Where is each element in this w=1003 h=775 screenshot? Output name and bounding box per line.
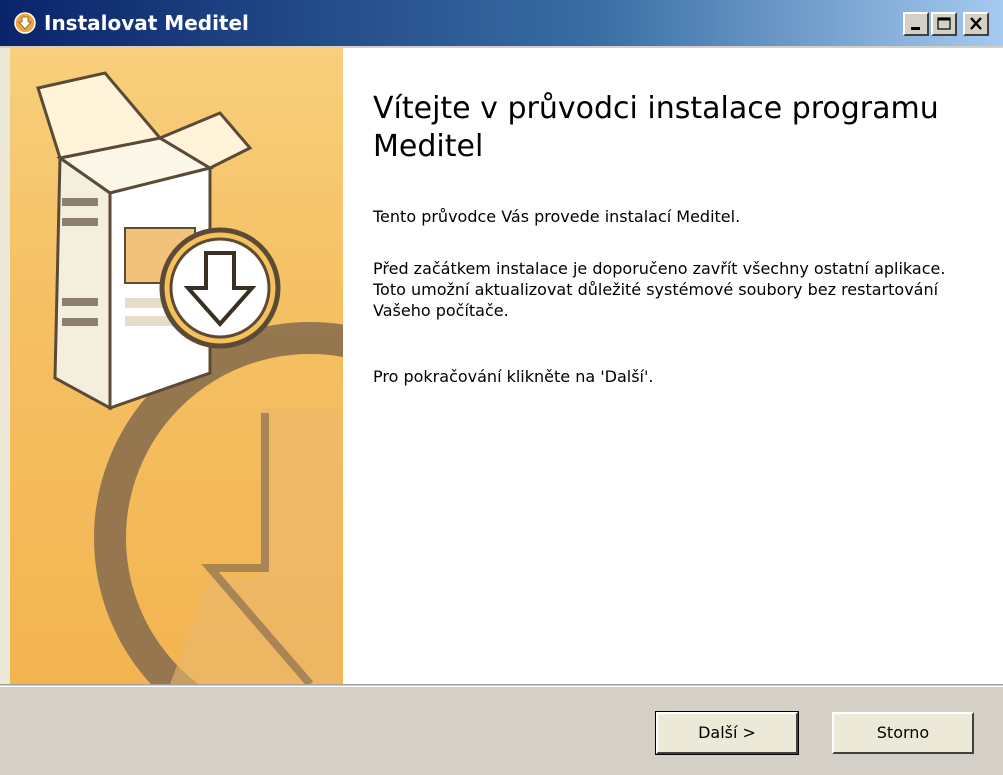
welcome-heading: Vítejte v průvodci instalace programu Me… [373, 91, 939, 164]
continue-instruction-text: Pro pokračování klikněte na 'Další'. [373, 367, 654, 386]
installer-box-download-illustration [36, 71, 343, 684]
next-button[interactable]: Další > [655, 711, 799, 755]
window-title: Instalovat Meditel [44, 11, 249, 35]
installer-icon [14, 12, 36, 34]
download-arrow-icon [159, 227, 281, 349]
welcome-content: Vítejte v průvodci instalace programu Me… [343, 48, 1003, 684]
close-icon [970, 17, 982, 30]
installer-window: Instalovat Meditel Vítejte v průvodci in… [0, 0, 1003, 775]
window-left-edge [0, 48, 10, 684]
maximize-icon [937, 17, 951, 30]
welcome-banner [10, 48, 343, 684]
title-bar[interactable]: Instalovat Meditel [0, 0, 1003, 48]
minimize-icon [911, 27, 920, 30]
intro-text: Tento průvodce Vás provede instalací Med… [373, 207, 741, 226]
close-button[interactable] [963, 12, 989, 36]
button-bar: Další > Storno [0, 684, 1003, 775]
cancel-button[interactable]: Storno [832, 712, 974, 754]
close-apps-text: Před začátkem instalace je doporučeno za… [373, 259, 946, 320]
footer-divider [0, 686, 1003, 687]
maximize-button[interactable] [931, 12, 957, 36]
minimize-button[interactable] [903, 12, 929, 36]
